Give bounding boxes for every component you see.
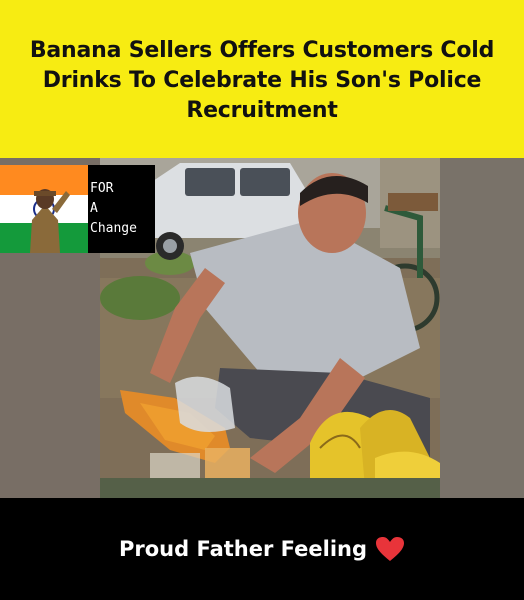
- for-a-change-badge: FOR A Change: [0, 165, 155, 253]
- headline-banner: Banana Sellers Offers Customers Cold Dri…: [0, 0, 524, 158]
- caption-text: Proud Father Feeling: [118, 537, 367, 561]
- caption: Proud Father Feeling: [119, 536, 405, 562]
- badge-text: FOR A Change: [88, 165, 155, 253]
- badge-line-for: FOR: [90, 181, 114, 196]
- badge-line-change: Change: [90, 221, 137, 236]
- badge-line-a: A: [90, 201, 98, 216]
- caption-bar: Proud Father Feeling: [0, 498, 524, 600]
- saluting-police-flag-icon: [0, 165, 88, 253]
- headline-text: Banana Sellers Offers Customers Cold Dri…: [29, 38, 495, 123]
- red-heart-icon: [375, 536, 405, 562]
